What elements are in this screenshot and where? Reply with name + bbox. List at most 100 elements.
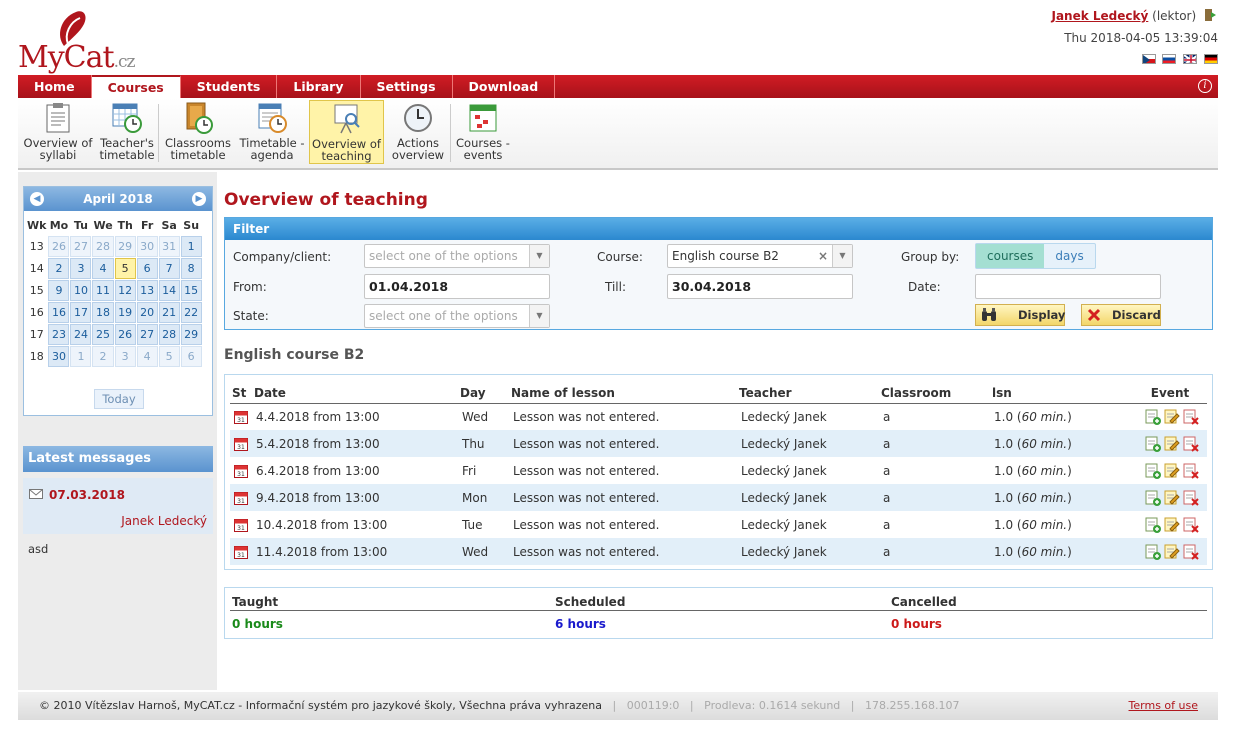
calendar-day[interactable]: 14 bbox=[158, 280, 180, 301]
add-event-icon[interactable] bbox=[1145, 463, 1161, 479]
calendar-day-other-month[interactable]: 26 bbox=[48, 236, 70, 257]
add-event-icon[interactable] bbox=[1145, 544, 1161, 560]
info-icon[interactable]: i bbox=[1198, 79, 1212, 93]
add-event-icon[interactable] bbox=[1145, 409, 1161, 425]
tool-actions-overview[interactable]: Actions overview bbox=[387, 100, 449, 164]
group-by-courses[interactable]: courses bbox=[976, 244, 1045, 268]
calendar-day-other-month[interactable]: 1 bbox=[70, 346, 92, 367]
company-select[interactable]: select one of the options ▼ bbox=[364, 244, 550, 268]
table-row[interactable]: 31 4.4.2018 from 13:00 Wed Lesson was not e… bbox=[230, 403, 1207, 430]
calendar-day-other-month[interactable]: 5 bbox=[158, 346, 180, 367]
delete-event-icon[interactable] bbox=[1183, 490, 1199, 506]
calendar-day[interactable]: 28 bbox=[158, 324, 180, 345]
calendar-day[interactable]: 21 bbox=[158, 302, 180, 323]
calendar-day[interactable]: 27 bbox=[136, 324, 158, 345]
add-event-icon[interactable] bbox=[1145, 490, 1161, 506]
table-row[interactable]: 31 9.4.2018 from 13:00 Mon Lesson was not e… bbox=[230, 484, 1207, 511]
col-classroom[interactable]: Classroom bbox=[879, 383, 990, 404]
col-st[interactable]: St bbox=[230, 383, 252, 404]
calendar-day[interactable]: 22 bbox=[180, 302, 202, 323]
edit-event-icon[interactable] bbox=[1164, 490, 1180, 506]
calendar-day[interactable]: 18 bbox=[92, 302, 114, 323]
delete-event-icon[interactable] bbox=[1183, 436, 1199, 452]
tool-classrooms-timetable[interactable]: Classrooms timetable bbox=[162, 100, 234, 164]
table-row[interactable]: 31 6.4.2018 from 13:00 Fri Lesson was not e… bbox=[230, 457, 1207, 484]
calendar-day[interactable]: 20 bbox=[136, 302, 158, 323]
edit-event-icon[interactable] bbox=[1164, 517, 1180, 533]
mycat-logo[interactable]: MyCat.cz bbox=[18, 8, 135, 75]
calendar-day[interactable]: 9 bbox=[48, 280, 70, 301]
table-row[interactable]: 31 10.4.2018 from 13:00 Tue Lesson was not … bbox=[230, 511, 1207, 538]
calendar-day-other-month[interactable]: 27 bbox=[70, 236, 92, 257]
calendar-day[interactable]: 8 bbox=[180, 258, 202, 279]
logout-icon[interactable] bbox=[1204, 8, 1218, 22]
from-date-input[interactable]: 01.04.2018 bbox=[364, 274, 550, 299]
calendar-day[interactable]: 30 bbox=[48, 346, 70, 367]
calendar-day[interactable]: 12 bbox=[114, 280, 136, 301]
calendar-day[interactable]: 26 bbox=[114, 324, 136, 345]
calendar-day[interactable]: 19 bbox=[114, 302, 136, 323]
calendar-day-other-month[interactable]: 4 bbox=[136, 346, 158, 367]
tool-overview-of-syllabi[interactable]: Overview of syllabi bbox=[20, 100, 96, 164]
tool-courses-events[interactable]: Courses - events bbox=[452, 100, 514, 164]
delete-event-icon[interactable] bbox=[1183, 463, 1199, 479]
calendar-day[interactable]: 7 bbox=[158, 258, 180, 279]
state-select[interactable]: select one of the options ▼ bbox=[364, 304, 550, 328]
calendar-day[interactable]: 23 bbox=[48, 324, 70, 345]
add-event-icon[interactable] bbox=[1145, 517, 1161, 533]
calendar-day[interactable]: 6 bbox=[136, 258, 158, 279]
delete-event-icon[interactable] bbox=[1183, 409, 1199, 425]
display-button[interactable]: Display bbox=[975, 304, 1065, 326]
date-input[interactable] bbox=[975, 274, 1161, 299]
calendar-day-other-month[interactable]: 6 bbox=[180, 346, 202, 367]
flag-sk-icon[interactable] bbox=[1162, 53, 1177, 64]
flag-cz-icon[interactable] bbox=[1141, 53, 1156, 64]
col-name-of-lesson[interactable]: Name of lesson bbox=[509, 383, 737, 404]
calendar-day[interactable]: 13 bbox=[136, 280, 158, 301]
nav-settings[interactable]: Settings bbox=[361, 75, 453, 98]
calendar-day-other-month[interactable]: 28 bbox=[92, 236, 114, 257]
edit-event-icon[interactable] bbox=[1164, 409, 1180, 425]
calendar-day[interactable]: 1 bbox=[180, 236, 202, 257]
edit-event-icon[interactable] bbox=[1164, 463, 1180, 479]
tool-overview-of-teaching[interactable]: Overview of teaching bbox=[309, 100, 384, 164]
nav-download[interactable]: Download bbox=[453, 75, 556, 98]
calendar-day[interactable]: 4 bbox=[92, 258, 114, 279]
nav-courses[interactable]: Courses bbox=[91, 75, 181, 98]
calendar-day[interactable]: 29 bbox=[180, 324, 202, 345]
delete-event-icon[interactable] bbox=[1183, 517, 1199, 533]
calendar-day[interactable]: 2 bbox=[48, 258, 70, 279]
till-date-input[interactable]: 30.04.2018 bbox=[667, 274, 853, 299]
nav-home[interactable]: Home bbox=[18, 75, 92, 98]
calendar-day[interactable]: 11 bbox=[92, 280, 114, 301]
calendar-day-other-month[interactable]: 2 bbox=[92, 346, 114, 367]
course-select[interactable]: English course B2 × ▼ bbox=[667, 244, 853, 268]
calendar-day-other-month[interactable]: 29 bbox=[114, 236, 136, 257]
table-row[interactable]: 31 11.4.2018 from 13:00 Wed Lesson was not … bbox=[230, 538, 1207, 565]
delete-event-icon[interactable] bbox=[1183, 544, 1199, 560]
edit-event-icon[interactable] bbox=[1164, 544, 1180, 560]
calendar-day-other-month[interactable]: 31 bbox=[158, 236, 180, 257]
group-by-days[interactable]: days bbox=[1044, 244, 1094, 268]
add-event-icon[interactable] bbox=[1145, 436, 1161, 452]
calendar-day[interactable]: 24 bbox=[70, 324, 92, 345]
calendar-day[interactable]: 17 bbox=[70, 302, 92, 323]
calendar-day[interactable]: 3 bbox=[70, 258, 92, 279]
calendar-day-today[interactable]: 5 bbox=[114, 258, 136, 279]
calendar-day[interactable]: 15 bbox=[180, 280, 202, 301]
calendar-day-other-month[interactable]: 30 bbox=[136, 236, 158, 257]
clear-icon[interactable]: × bbox=[818, 245, 828, 267]
nav-library[interactable]: Library bbox=[277, 75, 361, 98]
prev-month-icon[interactable]: ◀ bbox=[30, 192, 44, 206]
discard-button[interactable]: Discard bbox=[1081, 304, 1161, 326]
nav-students[interactable]: Students bbox=[181, 75, 278, 98]
today-button[interactable]: Today bbox=[94, 389, 144, 409]
calendar-day[interactable]: 25 bbox=[92, 324, 114, 345]
tool-teachers-timetable[interactable]: Teacher's timetable bbox=[98, 100, 156, 164]
calendar-day-other-month[interactable]: 3 bbox=[114, 346, 136, 367]
message-item[interactable]: 07.03.2018 Janek Ledecký bbox=[23, 478, 213, 534]
col-lsn[interactable]: lsn bbox=[990, 383, 1133, 404]
user-name-link[interactable]: Janek Ledecký bbox=[1051, 9, 1148, 23]
flag-de-icon[interactable] bbox=[1204, 53, 1218, 64]
col-date[interactable]: Date bbox=[252, 383, 458, 404]
